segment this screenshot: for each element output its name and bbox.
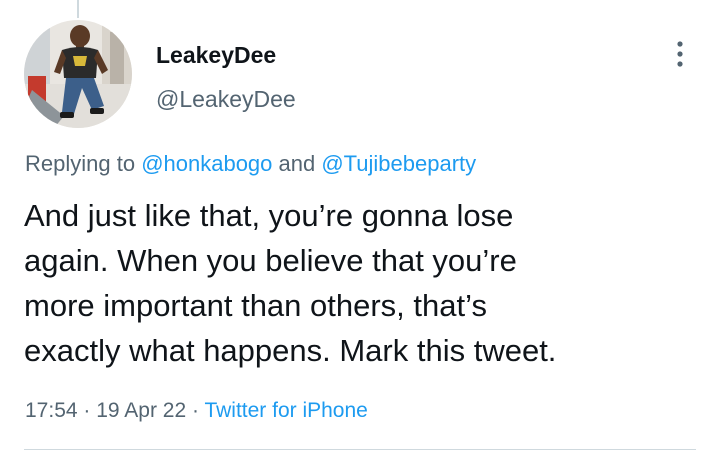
tweet-text-line: again. When you believe that you’re: [24, 243, 517, 278]
tweet-text-line: exactly what happens. Mark this tweet.: [24, 333, 557, 368]
tweet-date[interactable]: 19 Apr 22: [96, 399, 186, 422]
author-handle[interactable]: @LeakeyDee: [156, 84, 296, 114]
tweet-source-link[interactable]: Twitter for iPhone: [204, 399, 367, 422]
reply-context-prefix: Replying to: [25, 151, 142, 176]
tweet-text: And just like that, you’re gonna lose ag…: [24, 193, 704, 373]
avatar-photo: [24, 20, 132, 128]
divider: [24, 449, 696, 450]
author-info: LeakeyDee @LeakeyDee: [156, 40, 296, 114]
meta-separator: ·: [186, 399, 205, 422]
more-vertical-icon: [677, 41, 683, 67]
meta-separator: ·: [77, 399, 97, 422]
avatar[interactable]: [24, 20, 132, 128]
reply-context: Replying to @honkabogo and @Tujibebepart…: [25, 149, 476, 179]
tweet-time[interactable]: 17:54: [25, 399, 78, 422]
author-display-name[interactable]: LeakeyDee: [156, 40, 296, 70]
reply-context-joiner: and: [272, 151, 322, 176]
tweet-text-line: more important than others, that’s: [24, 288, 487, 323]
more-options-button[interactable]: [664, 38, 696, 70]
thread-connector-line: [77, 0, 79, 18]
mention-link-honkabogo[interactable]: @honkabogo: [141, 151, 272, 176]
tweet-text-line: And just like that, you’re gonna lose: [24, 198, 514, 233]
mention-link-tujibebeparty[interactable]: @Tujibebeparty: [321, 151, 476, 176]
tweet-metadata: 17:54 · 19 Apr 22 · Twitter for iPhone: [25, 396, 368, 426]
